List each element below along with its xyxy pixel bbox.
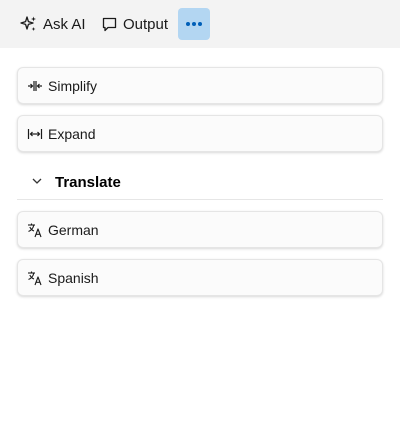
section-title: Translate [55, 174, 121, 191]
ask-ai-button[interactable]: Ask AI [16, 8, 90, 40]
german-label: German [48, 221, 99, 238]
translate-icon [27, 270, 43, 286]
more-horizontal-icon [185, 22, 190, 26]
expand-label: Expand [48, 125, 96, 142]
comment-icon [101, 16, 118, 33]
chevron-down-icon [31, 174, 43, 192]
spanish-label: Spanish [48, 269, 99, 286]
simplify-icon [27, 78, 43, 94]
simplify-button[interactable]: Simplify [17, 67, 383, 104]
translate-section-header[interactable]: Translate [17, 166, 383, 200]
expand-button[interactable]: Expand [17, 115, 383, 152]
output-button[interactable]: Output [97, 8, 172, 40]
output-label: Output [123, 15, 169, 33]
simplify-label: Simplify [48, 77, 98, 94]
expand-icon [27, 126, 43, 142]
translate-german-button[interactable]: German [17, 211, 383, 248]
more-horizontal-icon-dot [198, 22, 203, 26]
more-options-button[interactable] [178, 8, 210, 40]
ask-ai-label: Ask AI [43, 15, 86, 33]
toolbar: Ask AI Output [0, 0, 400, 48]
sparkle-icon [20, 15, 38, 33]
more-horizontal-icon-dot [192, 22, 196, 26]
translate-spanish-button[interactable]: Spanish [17, 259, 383, 296]
translate-icon [27, 222, 43, 238]
